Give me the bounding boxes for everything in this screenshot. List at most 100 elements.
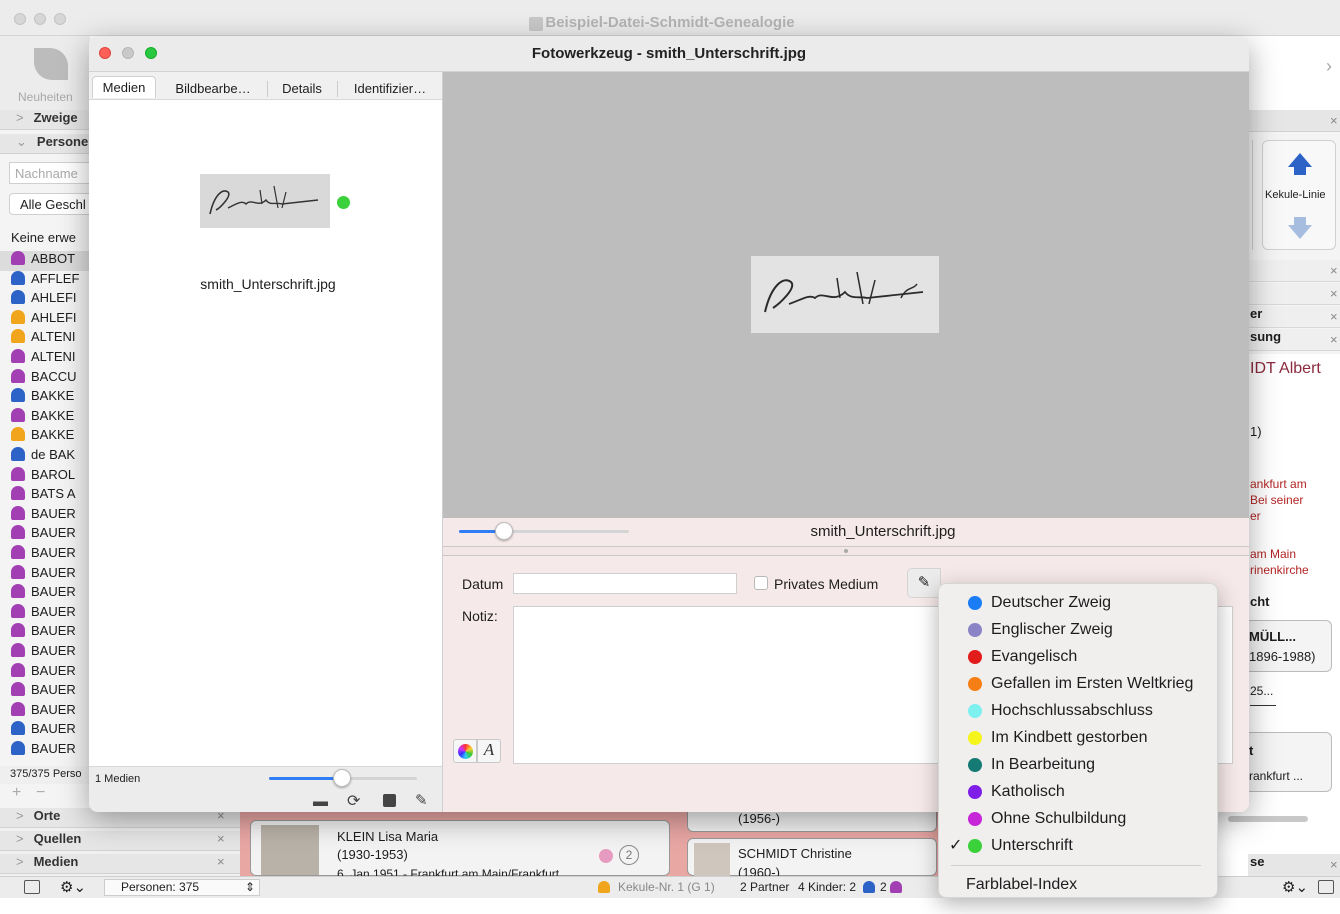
person-icon bbox=[11, 662, 25, 677]
color-label-index-item[interactable]: Farblabel-Index bbox=[939, 871, 1219, 898]
right-row[interactable]: × bbox=[1248, 283, 1340, 305]
toggle-inspector-icon[interactable] bbox=[1318, 880, 1334, 894]
menu-separator bbox=[951, 865, 1201, 866]
split-divider[interactable] bbox=[443, 546, 1249, 556]
gender-filter-select[interactable]: Alle Geschl bbox=[9, 193, 99, 215]
person-icon bbox=[11, 309, 25, 324]
media-thumbnail[interactable] bbox=[200, 174, 330, 228]
tab-media[interactable]: Medien bbox=[92, 76, 156, 98]
person-list-item[interactable]: BAUER bbox=[0, 662, 90, 683]
pencil-icon[interactable]: ✎ bbox=[907, 568, 941, 598]
color-label-option[interactable]: Gefallen im Ersten Weltkrieg bbox=[939, 670, 1219, 697]
person-icon bbox=[11, 270, 25, 285]
person-list-item[interactable]: BAUER bbox=[0, 643, 90, 663]
section-media[interactable]: > Medien × bbox=[0, 854, 240, 874]
person-icon bbox=[11, 407, 25, 422]
section-sources[interactable]: > Quellen × bbox=[0, 831, 240, 851]
date-label: Datum bbox=[462, 576, 504, 592]
person-list-item[interactable]: BAKKE bbox=[0, 427, 90, 447]
person-photo bbox=[261, 825, 319, 875]
person-card-klein[interactable]: KLEIN Lisa Maria (1930-1953) 6. Jan 1951… bbox=[250, 820, 670, 881]
color-label-option[interactable]: ✓ Unterschrift bbox=[939, 832, 1219, 859]
horizontal-scrollbar[interactable] bbox=[1228, 816, 1308, 822]
tab-image-editing[interactable]: Bildbearbe… bbox=[163, 78, 263, 100]
toggle-sidebar-icon[interactable] bbox=[24, 880, 40, 894]
person-list-item[interactable]: BATS A bbox=[0, 486, 90, 506]
family-chart: KLEIN Lisa Maria (1930-1953) 6. Jan 1951… bbox=[240, 808, 940, 881]
person-list-item[interactable]: BAUER bbox=[0, 564, 90, 585]
zoom-slider-thumb[interactable] bbox=[495, 522, 513, 540]
person-list-item[interactable]: BAUER bbox=[0, 584, 90, 604]
font-icon[interactable]: A bbox=[477, 739, 501, 763]
person-list-item[interactable]: BAUER bbox=[0, 505, 90, 526]
color-dot-icon bbox=[968, 839, 982, 853]
person-list-item[interactable]: AHLEFI bbox=[0, 309, 90, 330]
folder-icon[interactable]: ▬ bbox=[313, 793, 328, 810]
color-picker-button[interactable] bbox=[453, 739, 477, 763]
person-list-item[interactable]: BACCU bbox=[0, 368, 90, 389]
right-row[interactable]: er × bbox=[1248, 306, 1340, 328]
person-card-child[interactable]: t rankfurt ... bbox=[1242, 732, 1332, 792]
leaf-icon[interactable] bbox=[34, 48, 68, 80]
right-row[interactable]: × bbox=[1248, 260, 1340, 282]
person-list-item[interactable]: BAUER bbox=[0, 682, 90, 702]
tab-identify[interactable]: Identifizier… bbox=[342, 78, 438, 100]
person-list-item[interactable]: BAUER bbox=[0, 545, 90, 565]
arrow-up-icon bbox=[1288, 153, 1312, 167]
section-branches[interactable]: > Zweige bbox=[0, 110, 90, 130]
tab-details[interactable]: Details bbox=[271, 78, 333, 100]
color-label-option[interactable]: Evangelisch bbox=[939, 643, 1219, 670]
person-list-item[interactable]: de BAK bbox=[0, 447, 90, 467]
person-name: BATS A bbox=[31, 486, 76, 502]
image-viewer[interactable] bbox=[443, 72, 1249, 518]
person-icon bbox=[11, 525, 25, 540]
close-pane-icon[interactable]: › bbox=[1326, 56, 1332, 77]
person-list-item[interactable]: BAROL bbox=[0, 466, 90, 487]
person-list-item[interactable]: AFFLEF bbox=[0, 270, 90, 291]
date-input[interactable] bbox=[513, 573, 737, 594]
person-list-item[interactable]: BAUER bbox=[0, 603, 90, 624]
person-list-item[interactable]: BAKKE bbox=[0, 407, 90, 428]
color-label-option[interactable]: Hochschlussabschluss bbox=[939, 697, 1219, 724]
kekule-line-button[interactable]: Kekule-Linie bbox=[1262, 140, 1336, 250]
refresh-icon[interactable]: ⟳ bbox=[347, 791, 360, 811]
color-label-option[interactable]: In Bearbeitung bbox=[939, 751, 1219, 778]
person-list-item[interactable]: ALTENI bbox=[0, 349, 90, 369]
person-list-item[interactable]: AHLEFI bbox=[0, 290, 90, 310]
right-bottom-section: se × bbox=[1248, 854, 1340, 876]
person-list-item[interactable]: BAUER bbox=[0, 525, 90, 545]
remove-person-button[interactable]: − bbox=[36, 784, 45, 802]
person-list-item[interactable]: BAUER bbox=[0, 701, 90, 722]
image-caption: smith_Unterschrift.jpg bbox=[810, 523, 956, 540]
gear-icon[interactable]: ⚙⌄ bbox=[1282, 878, 1308, 896]
color-label-option[interactable]: Englischer Zweig bbox=[939, 616, 1219, 643]
person-card-mueller[interactable]: MÜLL... 1896-1988) bbox=[1242, 620, 1332, 672]
news-label[interactable]: Neuheiten bbox=[18, 90, 73, 104]
color-label-option[interactable]: Im Kindbett gestorben bbox=[939, 724, 1219, 751]
right-row[interactable]: sung × bbox=[1248, 329, 1340, 351]
save-icon[interactable] bbox=[383, 794, 396, 807]
gear-icon[interactable]: ⚙⌄ bbox=[60, 878, 86, 896]
person-list-item[interactable]: BAKKE bbox=[0, 388, 90, 408]
section-persons[interactable]: ⌄ Personen bbox=[0, 134, 96, 154]
color-label-option[interactable]: Ohne Schulbildung bbox=[939, 805, 1219, 832]
color-label-option[interactable]: Deutscher Zweig bbox=[939, 589, 1219, 616]
photo-tool-title: Fotowerkzeug - smith_Unterschrift.jpg bbox=[531, 45, 807, 62]
detail-link[interactable]: 25... bbox=[1250, 684, 1276, 706]
person-list-item[interactable]: ABBOT bbox=[0, 251, 90, 271]
person-list-item[interactable]: BAUER bbox=[0, 741, 90, 761]
color-dot-icon bbox=[968, 704, 982, 718]
person-card-schmidt-christine[interactable]: SCHMIDT Christine (1960-) bbox=[687, 838, 937, 880]
private-media-checkbox[interactable] bbox=[754, 576, 768, 590]
color-label-option[interactable]: Katholisch bbox=[939, 778, 1219, 805]
person-list-item[interactable]: ALTENI bbox=[0, 329, 90, 349]
person-list-item[interactable]: BAUER bbox=[0, 721, 90, 741]
person-name: BAUER bbox=[31, 505, 76, 521]
edit-icon[interactable]: ✎ bbox=[415, 791, 428, 809]
search-input[interactable]: Nachname bbox=[9, 162, 99, 184]
add-person-button[interactable]: + bbox=[12, 784, 21, 802]
zoom-slider[interactable] bbox=[459, 530, 629, 533]
slider-thumb[interactable] bbox=[333, 769, 351, 787]
person-list-item[interactable]: BAUER bbox=[0, 623, 90, 643]
persons-count-select[interactable]: Personen: 375 ⇕ bbox=[104, 879, 260, 896]
